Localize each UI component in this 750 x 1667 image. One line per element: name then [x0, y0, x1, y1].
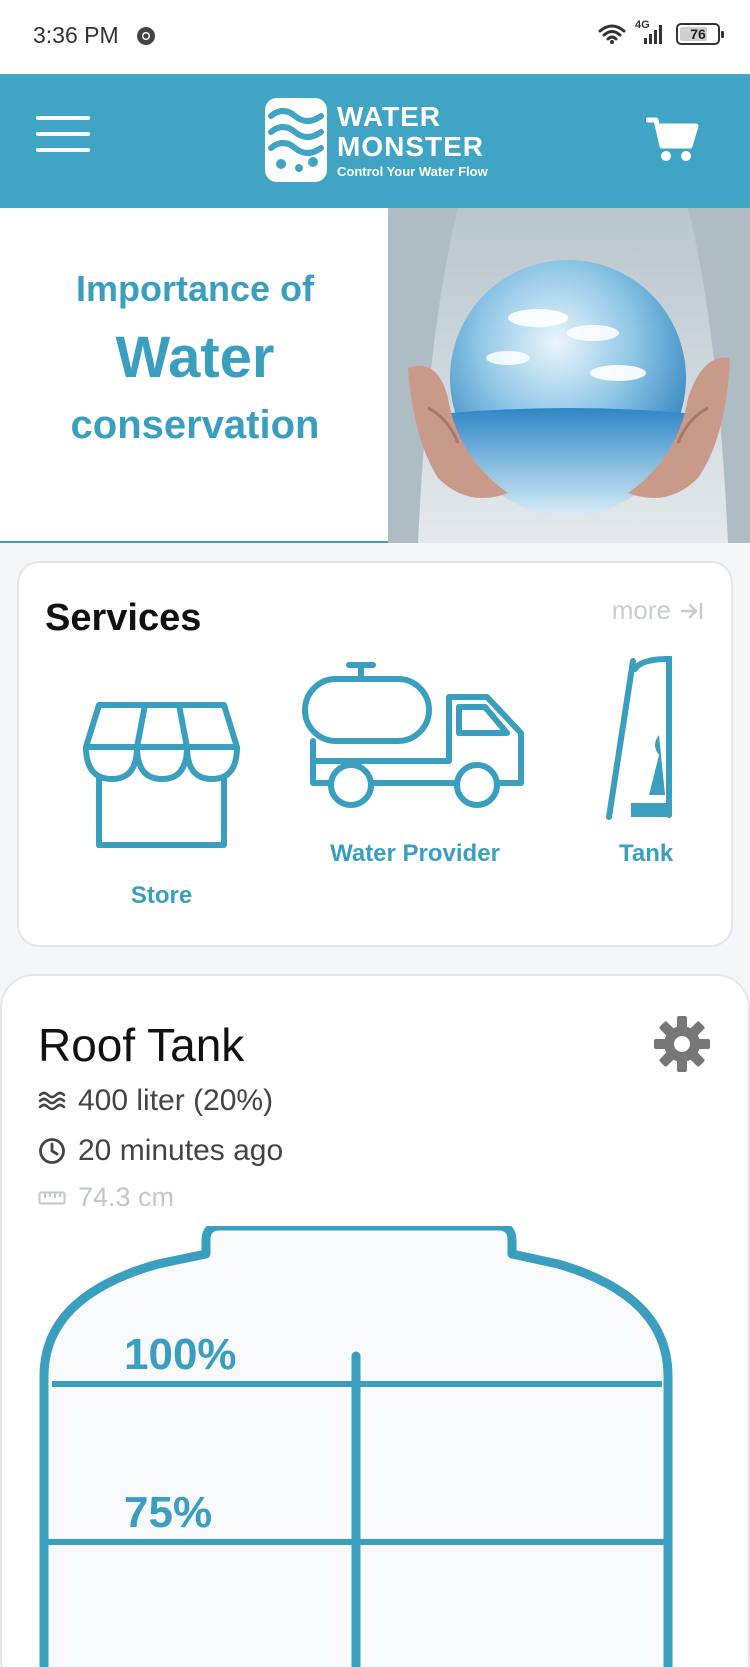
banner-line3: conservation: [70, 403, 320, 447]
wifi-icon: [598, 24, 626, 44]
tank-volume: 400 liter (20%): [78, 1084, 274, 1117]
store-icon: [83, 702, 240, 848]
hamburger-menu-icon[interactable]: [36, 112, 92, 156]
app-bar: WATER MONSTER Control Your Water Flow: [0, 74, 750, 208]
service-store[interactable]: Store: [79, 695, 244, 910]
services-carousel[interactable]: Store Water Provider Tank: [19, 563, 709, 945]
status-time: 3:36 PM: [33, 22, 119, 48]
level-label-75: 75%: [124, 1488, 213, 1537]
shopping-cart-icon[interactable]: [646, 114, 700, 164]
tank-height: 74.3 cm: [78, 1182, 175, 1212]
banner-line1: Importance of: [75, 268, 315, 309]
service-water-provider[interactable]: Water Provider: [299, 655, 531, 868]
tank-updated-row: 20 minutes ago: [38, 1134, 283, 1168]
logo-tagline: Control Your Water Flow: [337, 163, 488, 179]
chrome-icon: [137, 27, 155, 45]
tank-card[interactable]: Roof Tank 400 liter (20%) 20 minutes ago…: [0, 974, 750, 1667]
status-icons: 4G 76: [598, 19, 724, 46]
tank-last-update: 20 minutes ago: [78, 1134, 284, 1167]
tank-outline: [39, 1226, 673, 1667]
water-globe-hands-image: [388, 208, 750, 543]
service-water-provider-label: Water Provider: [330, 840, 500, 867]
tank-height-row: 74.3 cm: [38, 1182, 174, 1213]
gear-icon[interactable]: [652, 1014, 712, 1074]
app-logo: WATER MONSTER Control Your Water Flow: [265, 98, 488, 182]
tank-volume-row: 400 liter (20%): [38, 1084, 273, 1118]
service-tank-label: Tank: [619, 840, 674, 867]
service-store-label: Store: [130, 882, 193, 909]
cell-signal-icon: 4G: [635, 19, 666, 46]
battery-level: 76: [690, 26, 706, 42]
services-card: Services more Store Water Provider Tank: [17, 561, 733, 947]
water-waves-icon: [38, 1091, 66, 1111]
ruler-icon: [38, 1191, 66, 1204]
service-tank[interactable]: Tank: [589, 655, 709, 868]
logo-title-line1: WATER: [337, 100, 442, 132]
battery-icon: 76: [676, 23, 724, 45]
banner-line2: Water: [115, 325, 275, 390]
banner-text: Importance of Water conservation: [0, 268, 390, 448]
water-monster-logo-icon: [265, 98, 327, 182]
water-truck-icon: [302, 662, 524, 808]
tank-icon: [606, 655, 672, 820]
level-label-100: 100%: [124, 1330, 237, 1379]
tank-level-graphic: 100% 75%: [38, 1226, 718, 1667]
logo-title-line2: MONSTER: [337, 130, 484, 162]
promo-banner[interactable]: Importance of Water conservation: [0, 208, 750, 543]
status-bar: 3:36 PM 4G 76: [0, 0, 750, 74]
clock-icon: [39, 1138, 65, 1164]
tank-name: Roof Tank: [38, 1019, 245, 1071]
